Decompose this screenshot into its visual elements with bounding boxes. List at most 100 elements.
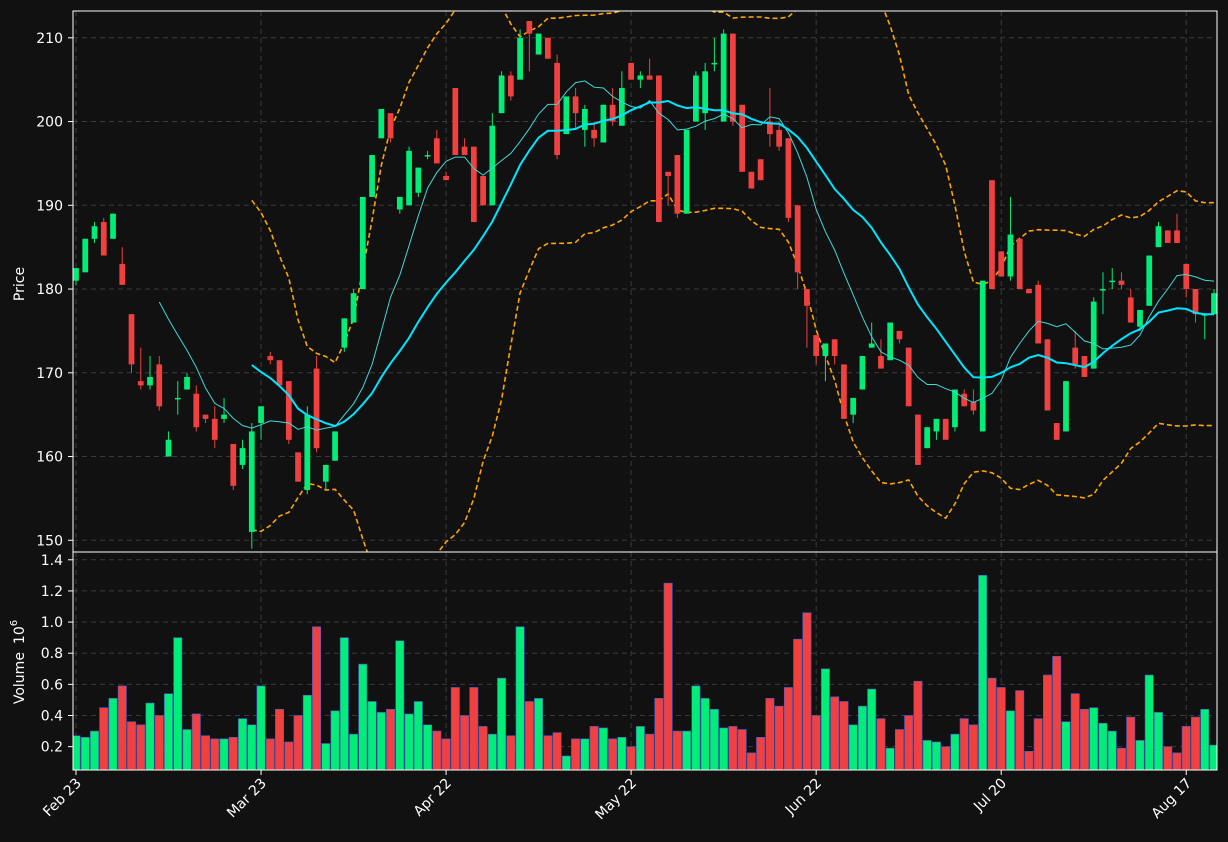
candle-body xyxy=(332,431,338,461)
candle-body xyxy=(110,213,116,239)
price-tick-label: 160 xyxy=(36,450,63,466)
volume-bar xyxy=(219,738,229,770)
volume-bar xyxy=(876,718,886,770)
volume-bar xyxy=(413,701,423,770)
candle-body xyxy=(933,418,940,432)
candle-body xyxy=(757,159,764,181)
candle-body xyxy=(915,414,921,465)
volume-bar xyxy=(80,736,90,770)
volume-bar xyxy=(321,743,331,770)
candle-body xyxy=(887,322,894,361)
volume-bar xyxy=(265,738,275,770)
volume-bar xyxy=(1005,710,1015,770)
candle-body xyxy=(230,443,237,486)
candle-body xyxy=(554,62,560,156)
volume-bar xyxy=(1098,722,1108,770)
volume-bar xyxy=(1144,674,1154,770)
volume-bar xyxy=(1089,707,1099,770)
candle-body xyxy=(248,431,255,532)
volume-bar xyxy=(867,688,877,770)
volume-bar xyxy=(349,733,359,770)
volume-bar xyxy=(1126,716,1136,770)
candle-body xyxy=(850,397,857,415)
volume-bar xyxy=(450,687,460,770)
candle-body xyxy=(424,155,431,157)
candle-body xyxy=(221,414,227,419)
volume-bar xyxy=(691,685,701,770)
volume-tick-label: 0.6 xyxy=(41,677,63,693)
candle-body xyxy=(831,339,838,357)
volume-bar xyxy=(820,668,830,770)
candle-body xyxy=(1183,263,1190,290)
volume-bar xyxy=(117,685,127,770)
volume-bar xyxy=(238,718,247,770)
candle-body xyxy=(415,167,422,193)
volume-bar xyxy=(182,729,192,770)
volume-bar xyxy=(90,730,99,770)
candle-body xyxy=(591,129,597,139)
candle-body xyxy=(970,402,977,411)
candle-body xyxy=(202,414,209,419)
volume-bar xyxy=(302,694,312,770)
candle-body xyxy=(544,37,551,59)
volume-bar xyxy=(367,701,377,770)
volume-bar xyxy=(950,733,960,770)
volume-bar xyxy=(460,715,470,770)
candle-body xyxy=(1100,289,1106,291)
volume-bar xyxy=(284,741,294,770)
candle-body xyxy=(480,175,486,206)
volume-bar xyxy=(802,612,812,770)
candle-body xyxy=(1090,301,1097,369)
volume-bar xyxy=(811,715,821,770)
volume-bar xyxy=(968,724,978,770)
volume-bar xyxy=(839,701,849,770)
volume-bar xyxy=(793,638,803,770)
candle-body xyxy=(998,251,1005,277)
candle-body xyxy=(730,33,736,122)
candle-body xyxy=(350,293,357,323)
volume-bar xyxy=(978,575,988,770)
volume-bar xyxy=(136,724,146,770)
volume-bar xyxy=(1172,752,1182,770)
volume-tick-label: 1.0 xyxy=(41,615,63,631)
candle-body xyxy=(489,125,496,206)
candle-body xyxy=(619,88,625,126)
candle-body xyxy=(184,376,190,390)
candle-body xyxy=(702,71,709,114)
candle-body xyxy=(193,393,200,428)
volume-bar xyxy=(99,707,109,770)
candle-body xyxy=(174,397,181,400)
candle-body xyxy=(1016,238,1023,290)
candle-body xyxy=(1118,280,1125,285)
candle-body xyxy=(211,418,218,440)
volume-bar xyxy=(228,736,238,770)
volume-bar xyxy=(256,685,266,770)
candle-body xyxy=(1053,423,1060,440)
volume-bar xyxy=(275,708,285,770)
candle-body xyxy=(952,389,958,428)
candle-body xyxy=(156,364,163,407)
candle-body xyxy=(313,368,320,449)
price-tick-label: 210 xyxy=(36,31,63,47)
candle-body xyxy=(1155,226,1162,248)
candle-body xyxy=(267,356,274,361)
price-tick-label: 180 xyxy=(36,282,63,298)
volume-bar xyxy=(506,735,516,770)
volume-bar xyxy=(395,640,405,770)
candle-body xyxy=(137,381,144,386)
volume-bar xyxy=(386,708,396,770)
candle-body xyxy=(1109,280,1116,283)
candle-body xyxy=(600,104,607,143)
candle-body xyxy=(1044,339,1051,411)
volume-tick-label: 1.4 xyxy=(41,553,63,569)
candle-body xyxy=(656,75,662,223)
candle-body xyxy=(794,205,801,273)
candle-body xyxy=(461,146,468,156)
volume-bar xyxy=(1154,712,1163,770)
volume-bar xyxy=(515,626,525,770)
candle-body xyxy=(665,171,671,176)
candle-body xyxy=(841,364,847,419)
volume-bar xyxy=(959,718,969,770)
candle-body xyxy=(433,138,440,164)
volume-bar xyxy=(1135,740,1145,770)
